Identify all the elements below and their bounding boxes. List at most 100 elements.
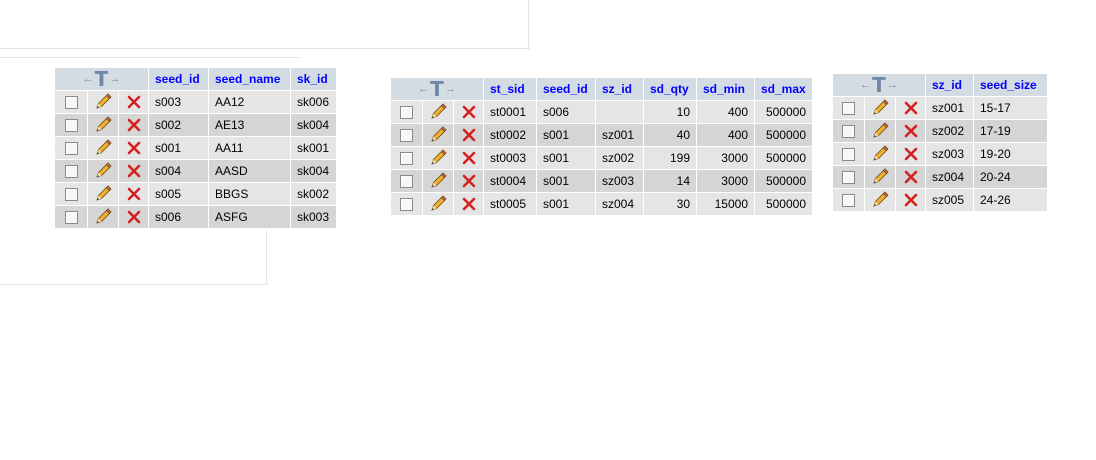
row-select-cell[interactable] xyxy=(833,166,865,189)
table-row[interactable]: sz002 17-19 xyxy=(833,120,1048,143)
row-select-cell[interactable] xyxy=(833,97,865,120)
table-row[interactable]: s006 ASFG sk003 xyxy=(55,206,337,229)
column-header-seed_id[interactable]: seed_id xyxy=(149,68,209,91)
row-select-cell[interactable] xyxy=(55,137,88,160)
row-select-cell[interactable] xyxy=(391,101,423,124)
delete-row-button[interactable] xyxy=(454,101,484,124)
edit-row-button[interactable] xyxy=(88,206,119,229)
column-sorter[interactable]: ← T → xyxy=(833,74,926,97)
row-select-cell[interactable] xyxy=(55,206,88,229)
checkbox-icon[interactable] xyxy=(842,125,855,139)
checkbox-icon[interactable] xyxy=(64,188,78,202)
row-select-cell[interactable] xyxy=(55,91,88,114)
column-header-sk_id[interactable]: sk_id xyxy=(291,68,337,91)
row-select-cell[interactable] xyxy=(55,114,88,137)
edit-row-button[interactable] xyxy=(88,183,119,206)
table-row[interactable]: s003 AA12 sk006 xyxy=(55,91,337,114)
column-header-seed_id[interactable]: seed_id xyxy=(537,78,596,101)
table-row[interactable]: s004 AASD sk004 xyxy=(55,160,337,183)
checkbox-icon[interactable] xyxy=(400,175,413,189)
delete-row-button[interactable] xyxy=(454,193,484,216)
checkbox-icon[interactable] xyxy=(842,171,855,185)
delete-row-button[interactable] xyxy=(119,137,149,160)
column-sorter[interactable]: ← T → xyxy=(55,68,149,91)
delete-row-button[interactable] xyxy=(454,170,484,193)
table-row[interactable]: st0004 s001 sz003 14 3000 500000 xyxy=(391,170,813,193)
edit-row-button[interactable] xyxy=(865,166,896,189)
edit-row-button[interactable] xyxy=(423,170,454,193)
checkbox-icon[interactable] xyxy=(64,211,78,225)
column-header-seed_size[interactable]: seed_size xyxy=(974,74,1048,97)
table-row[interactable]: s002 AE13 sk004 xyxy=(55,114,337,137)
table-row[interactable]: sz001 15-17 xyxy=(833,97,1048,120)
edit-row-button[interactable] xyxy=(88,114,119,137)
checkbox-icon[interactable] xyxy=(400,152,413,166)
checkbox-icon[interactable] xyxy=(400,106,413,120)
edit-row-button[interactable] xyxy=(423,147,454,170)
pencil-edit-icon xyxy=(873,99,889,115)
edit-row-button[interactable] xyxy=(88,160,119,183)
row-select-cell[interactable] xyxy=(833,143,865,166)
edit-row-button[interactable] xyxy=(88,91,119,114)
edit-row-button[interactable] xyxy=(865,97,896,120)
checkbox-icon[interactable] xyxy=(400,129,413,143)
checkbox-icon[interactable] xyxy=(64,165,78,179)
delete-row-button[interactable] xyxy=(119,160,149,183)
table-row[interactable]: st0003 s001 sz002 199 3000 500000 xyxy=(391,147,813,170)
column-header-seed_name[interactable]: seed_name xyxy=(209,68,291,91)
delete-row-button[interactable] xyxy=(896,143,926,166)
checkbox-icon[interactable] xyxy=(842,148,855,162)
delete-row-button[interactable] xyxy=(119,91,149,114)
red-x-delete-icon xyxy=(904,148,917,161)
column-header-sz_id[interactable]: sz_id xyxy=(926,74,974,97)
table-row[interactable]: st0001 s006 10 400 500000 xyxy=(391,101,813,124)
column-header-st_sid[interactable]: st_sid xyxy=(484,78,537,101)
table-row[interactable]: st0005 s001 sz004 30 15000 500000 xyxy=(391,193,813,216)
header-row: ← T → sz_id seed_size xyxy=(833,74,1048,97)
delete-row-button[interactable] xyxy=(454,124,484,147)
edit-row-button[interactable] xyxy=(88,137,119,160)
delete-row-button[interactable] xyxy=(454,147,484,170)
table-row[interactable]: s001 AA11 sk001 xyxy=(55,137,337,160)
edit-row-button[interactable] xyxy=(865,189,896,212)
checkbox-icon[interactable] xyxy=(64,96,78,110)
delete-row-button[interactable] xyxy=(896,97,926,120)
delete-row-button[interactable] xyxy=(119,183,149,206)
table-row[interactable]: st0002 s001 sz001 40 400 500000 xyxy=(391,124,813,147)
column-header-sd_min[interactable]: sd_min xyxy=(697,78,755,101)
column-header-sd_max[interactable]: sd_max xyxy=(755,78,813,101)
table-row[interactable]: s005 BBGS sk002 xyxy=(55,183,337,206)
edit-row-button[interactable] xyxy=(865,120,896,143)
checkbox-icon[interactable] xyxy=(842,102,855,116)
row-select-cell[interactable] xyxy=(391,170,423,193)
table-row[interactable]: sz003 19-20 xyxy=(833,143,1048,166)
checkbox-icon[interactable] xyxy=(64,119,78,133)
delete-row-button[interactable] xyxy=(119,206,149,229)
table-row[interactable]: sz005 24-26 xyxy=(833,189,1048,212)
delete-row-button[interactable] xyxy=(896,189,926,212)
delete-row-button[interactable] xyxy=(119,114,149,137)
pencil-edit-icon xyxy=(873,145,889,161)
cell-sk_id: sk004 xyxy=(291,114,337,137)
edit-row-button[interactable] xyxy=(423,124,454,147)
cell-seed_id: s005 xyxy=(149,183,209,206)
delete-row-button[interactable] xyxy=(896,166,926,189)
row-select-cell[interactable] xyxy=(55,183,88,206)
row-select-cell[interactable] xyxy=(391,193,423,216)
edit-row-button[interactable] xyxy=(423,193,454,216)
row-select-cell[interactable] xyxy=(391,124,423,147)
row-select-cell[interactable] xyxy=(833,189,865,212)
checkbox-icon[interactable] xyxy=(842,194,855,208)
edit-row-button[interactable] xyxy=(423,101,454,124)
column-header-sz_id[interactable]: sz_id xyxy=(596,78,644,101)
column-sorter[interactable]: ← T → xyxy=(391,78,484,101)
row-select-cell[interactable] xyxy=(55,160,88,183)
checkbox-icon[interactable] xyxy=(400,198,413,212)
row-select-cell[interactable] xyxy=(391,147,423,170)
checkbox-icon[interactable] xyxy=(64,142,78,156)
table-row[interactable]: sz004 20-24 xyxy=(833,166,1048,189)
column-header-sd_qty[interactable]: sd_qty xyxy=(644,78,697,101)
edit-row-button[interactable] xyxy=(865,143,896,166)
row-select-cell[interactable] xyxy=(833,120,865,143)
delete-row-button[interactable] xyxy=(896,120,926,143)
